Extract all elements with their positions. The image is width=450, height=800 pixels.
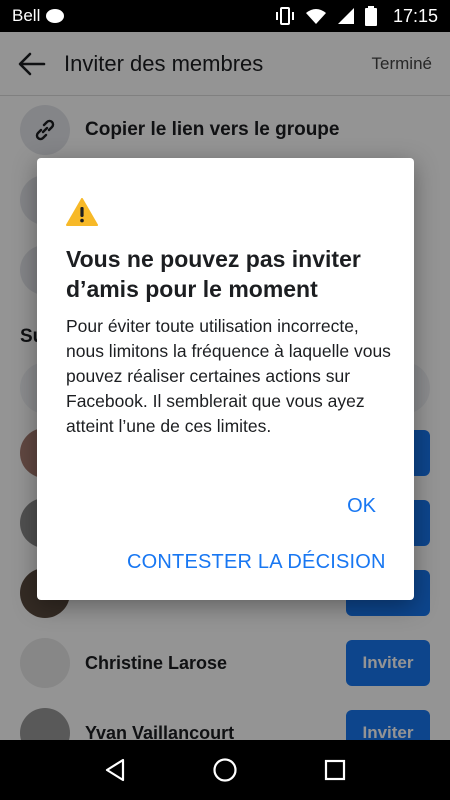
wifi-icon <box>305 9 326 24</box>
carrier-label: Bell <box>12 6 41 25</box>
status-bar: Bell 17:15 <box>0 0 450 32</box>
battery-icon <box>364 6 377 26</box>
recents-square-icon <box>324 759 346 781</box>
vibrate-icon <box>275 7 294 25</box>
nav-back-button[interactable] <box>95 750 135 790</box>
status-icons: 17:15 <box>275 6 438 27</box>
system-nav-bar <box>0 740 450 800</box>
dialog-message: Pour éviter toute utilisation incorrecte… <box>66 316 391 436</box>
nav-recents-button[interactable] <box>315 750 355 790</box>
message-icon <box>46 9 65 23</box>
dialog-title: Vous ne pouvez pas inviter d’amis pour l… <box>66 246 361 302</box>
signal-icon <box>337 8 354 24</box>
rate-limit-dialog: Vous ne pouvez pas inviter d’amis pour l… <box>37 158 414 600</box>
nav-home-button[interactable] <box>205 750 245 790</box>
clock: 17:15 <box>392 5 438 26</box>
back-triangle-icon <box>105 758 125 782</box>
warning-icon <box>66 198 98 226</box>
ok-button[interactable]: OK <box>347 495 376 518</box>
home-circle-icon <box>213 758 237 782</box>
contest-decision-button[interactable]: CONTESTER LA DÉCISION <box>127 551 386 574</box>
